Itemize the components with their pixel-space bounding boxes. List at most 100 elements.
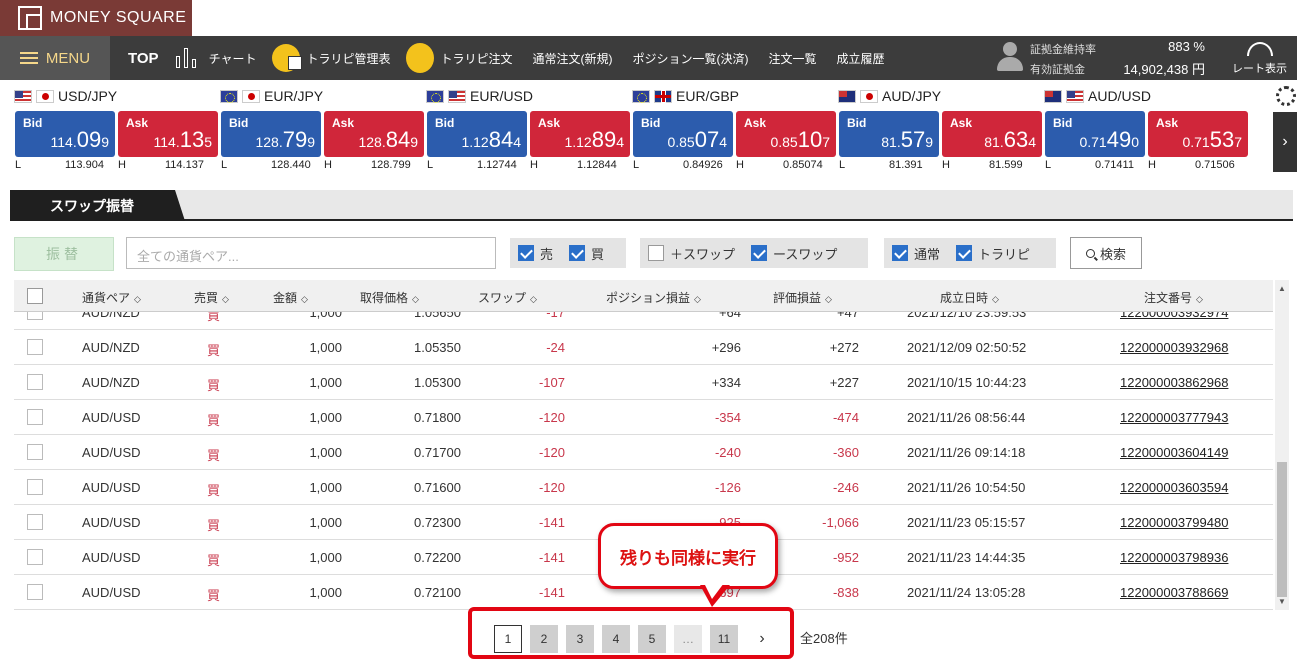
page-button[interactable]: 11	[710, 625, 738, 653]
pair-name[interactable]: USD/JPY	[14, 88, 117, 104]
row-checkbox[interactable]	[27, 584, 43, 600]
sort-icon[interactable]: ◇	[301, 294, 308, 304]
pair-name[interactable]: EUR/USD	[426, 88, 533, 104]
row-checkbox[interactable]	[27, 374, 43, 390]
ask-price-button[interactable]: Ask 1.12894	[530, 111, 630, 157]
cell-order[interactable]: 122000003603594	[1120, 480, 1228, 495]
column-header[interactable]: 金額 ◇	[273, 289, 308, 306]
column-header-label: 取得価格	[360, 291, 409, 305]
nav-position-list[interactable]: ポジション一覧(決済)	[633, 50, 749, 67]
cell-order[interactable]: 122000003932968	[1120, 340, 1228, 355]
rate-display-button[interactable]: レート表示	[1222, 36, 1297, 80]
table-row[interactable]: AUD/NZD 買 1,000 1.05300 -107 +334 +227 2021/10/…	[14, 365, 1273, 400]
nav-chart[interactable]: チャート	[173, 44, 256, 72]
sort-icon[interactable]: ◇	[1196, 294, 1203, 304]
sort-icon[interactable]: ◇	[134, 294, 141, 304]
scroll-down-icon[interactable]: ▼	[1278, 597, 1286, 606]
minus-swap-checkbox[interactable]	[751, 245, 768, 261]
pair-name[interactable]: AUD/USD	[1044, 88, 1151, 104]
column-header[interactable]: 注文番号 ◇	[1144, 289, 1203, 306]
table-row[interactable]: AUD/USD 買 1,000 0.71800 -120 -354 -474 2021/11/…	[14, 400, 1273, 435]
gear-icon[interactable]	[1276, 86, 1296, 106]
bid-price-button[interactable]: Bid 114.099	[15, 111, 115, 157]
pair-name[interactable]: AUD/JPY	[838, 88, 941, 104]
row-checkbox[interactable]	[27, 479, 43, 495]
page-button[interactable]: 4	[602, 625, 630, 653]
menu-button[interactable]: MENU	[0, 36, 110, 80]
next-page-icon[interactable]: ›	[748, 625, 776, 653]
sort-icon[interactable]: ◇	[992, 294, 999, 304]
pair-name[interactable]: EUR/GBP	[632, 88, 739, 104]
trarip-checkbox[interactable]	[956, 245, 973, 261]
ask-price-button[interactable]: Ask 81.634	[942, 111, 1042, 157]
sort-icon[interactable]: ◇	[530, 294, 537, 304]
select-all-checkbox[interactable]	[27, 288, 43, 304]
nav-trarip-table[interactable]: トラリピ管理表	[272, 44, 390, 72]
table-scrollbar[interactable]: ▲ ▼	[1275, 280, 1289, 610]
row-checkbox[interactable]	[27, 444, 43, 460]
row-checkbox[interactable]	[27, 549, 43, 565]
brand-logo[interactable]: MONEY SQUARE	[0, 0, 192, 36]
sort-icon[interactable]: ◇	[222, 294, 229, 304]
sort-icon[interactable]: ◇	[412, 294, 419, 304]
table-row[interactable]: AUD/USD 買 1,000 0.71600 -120 -126 -246 2021/11/…	[14, 470, 1273, 505]
column-header[interactable]: 売買 ◇	[194, 289, 229, 306]
row-checkbox[interactable]	[27, 514, 43, 530]
column-header[interactable]: 通貨ペア ◇	[82, 289, 141, 306]
ask-price-button[interactable]: Ask 114.135	[118, 111, 218, 157]
page-button[interactable]: 2	[530, 625, 558, 653]
ticker-next-arrow-icon[interactable]: ›	[1273, 112, 1297, 172]
search-button[interactable]: 検索	[1070, 237, 1142, 269]
cell-order[interactable]: 122000003799480	[1120, 515, 1228, 530]
ask-price-button[interactable]: Ask 0.85107	[736, 111, 836, 157]
cell-order[interactable]: 122000003788669	[1120, 585, 1228, 600]
column-header[interactable]: ポジション損益 ◇	[606, 289, 701, 306]
table-row[interactable]: AUD/NZD 買 1,000 1.05350 -24 +296 +272 2021/12/0…	[14, 330, 1273, 365]
transfer-button[interactable]: 振替	[14, 237, 114, 271]
cell-amount: 1,000	[309, 340, 342, 355]
nav-top[interactable]: TOP	[128, 50, 159, 67]
sort-icon[interactable]: ◇	[694, 294, 701, 304]
bid-price-button[interactable]: Bid 0.85074	[633, 111, 733, 157]
cell-order[interactable]: 122000003862968	[1120, 375, 1228, 390]
nav-new-order[interactable]: 通常注文(新規)	[533, 50, 613, 67]
page-button[interactable]: 5	[638, 625, 666, 653]
bid-price-button[interactable]: Bid 128.799	[221, 111, 321, 157]
table-row[interactable]: AUD/USD 買 1,000 0.71700 -120 -240 -360 2021/11/…	[14, 435, 1273, 470]
cell-order[interactable]: 122000003604149	[1120, 445, 1228, 460]
ask-price-button[interactable]: Ask 0.71537	[1148, 111, 1248, 157]
page-button[interactable]: 1	[494, 625, 522, 653]
buy-checkbox[interactable]	[569, 245, 586, 261]
column-header[interactable]: 取得価格 ◇	[360, 289, 419, 306]
ticker-pair: USD/JPY Bid 114.099 Ask 114.135 L 113.904 H 114.…	[0, 84, 218, 176]
cell-order[interactable]: 122000003932974	[1120, 312, 1228, 320]
sort-icon[interactable]: ◇	[825, 294, 832, 304]
row-checkbox[interactable]	[27, 339, 43, 355]
page-button[interactable]: 3	[566, 625, 594, 653]
nav-history[interactable]: 成立履歴	[837, 50, 885, 67]
nav-order-list[interactable]: 注文一覧	[769, 50, 817, 67]
rate-ticker: USD/JPY Bid 114.099 Ask 114.135 L 113.904 H 114.…	[0, 84, 1297, 176]
scrollbar-thumb[interactable]	[1277, 462, 1287, 597]
column-header[interactable]: 成立日時 ◇	[940, 289, 999, 306]
tab-swap-transfer[interactable]: スワップ振替	[10, 190, 185, 221]
pair-label: EUR/JPY	[264, 88, 324, 104]
column-header[interactable]: 評価損益 ◇	[773, 289, 832, 306]
normal-checkbox[interactable]	[892, 245, 908, 261]
plus-swap-checkbox[interactable]	[648, 245, 664, 261]
currency-pair-search-input[interactable]: 全ての通貨ペア...	[126, 237, 496, 269]
bid-price-button[interactable]: Bid 1.12844	[427, 111, 527, 157]
cell-order[interactable]: 122000003798936	[1120, 550, 1228, 565]
pair-name[interactable]: EUR/JPY	[220, 88, 323, 104]
ask-price-button[interactable]: Ask 128.849	[324, 111, 424, 157]
sell-checkbox[interactable]	[518, 245, 534, 261]
row-checkbox[interactable]	[27, 409, 43, 425]
bid-price-button[interactable]: Bid 81.579	[839, 111, 939, 157]
scroll-up-icon[interactable]: ▲	[1278, 284, 1286, 293]
table-row[interactable]: AUD/NZD 買 1,000 1.05650 -17 +64 +47 2021/12/10 …	[14, 312, 1273, 330]
bid-price-button[interactable]: Bid 0.71490	[1045, 111, 1145, 157]
cell-order[interactable]: 122000003777943	[1120, 410, 1228, 425]
column-header[interactable]: スワップ ◇	[478, 289, 537, 306]
nav-trarip-order[interactable]: トラリピ注文	[406, 43, 513, 73]
row-checkbox[interactable]	[27, 312, 43, 320]
